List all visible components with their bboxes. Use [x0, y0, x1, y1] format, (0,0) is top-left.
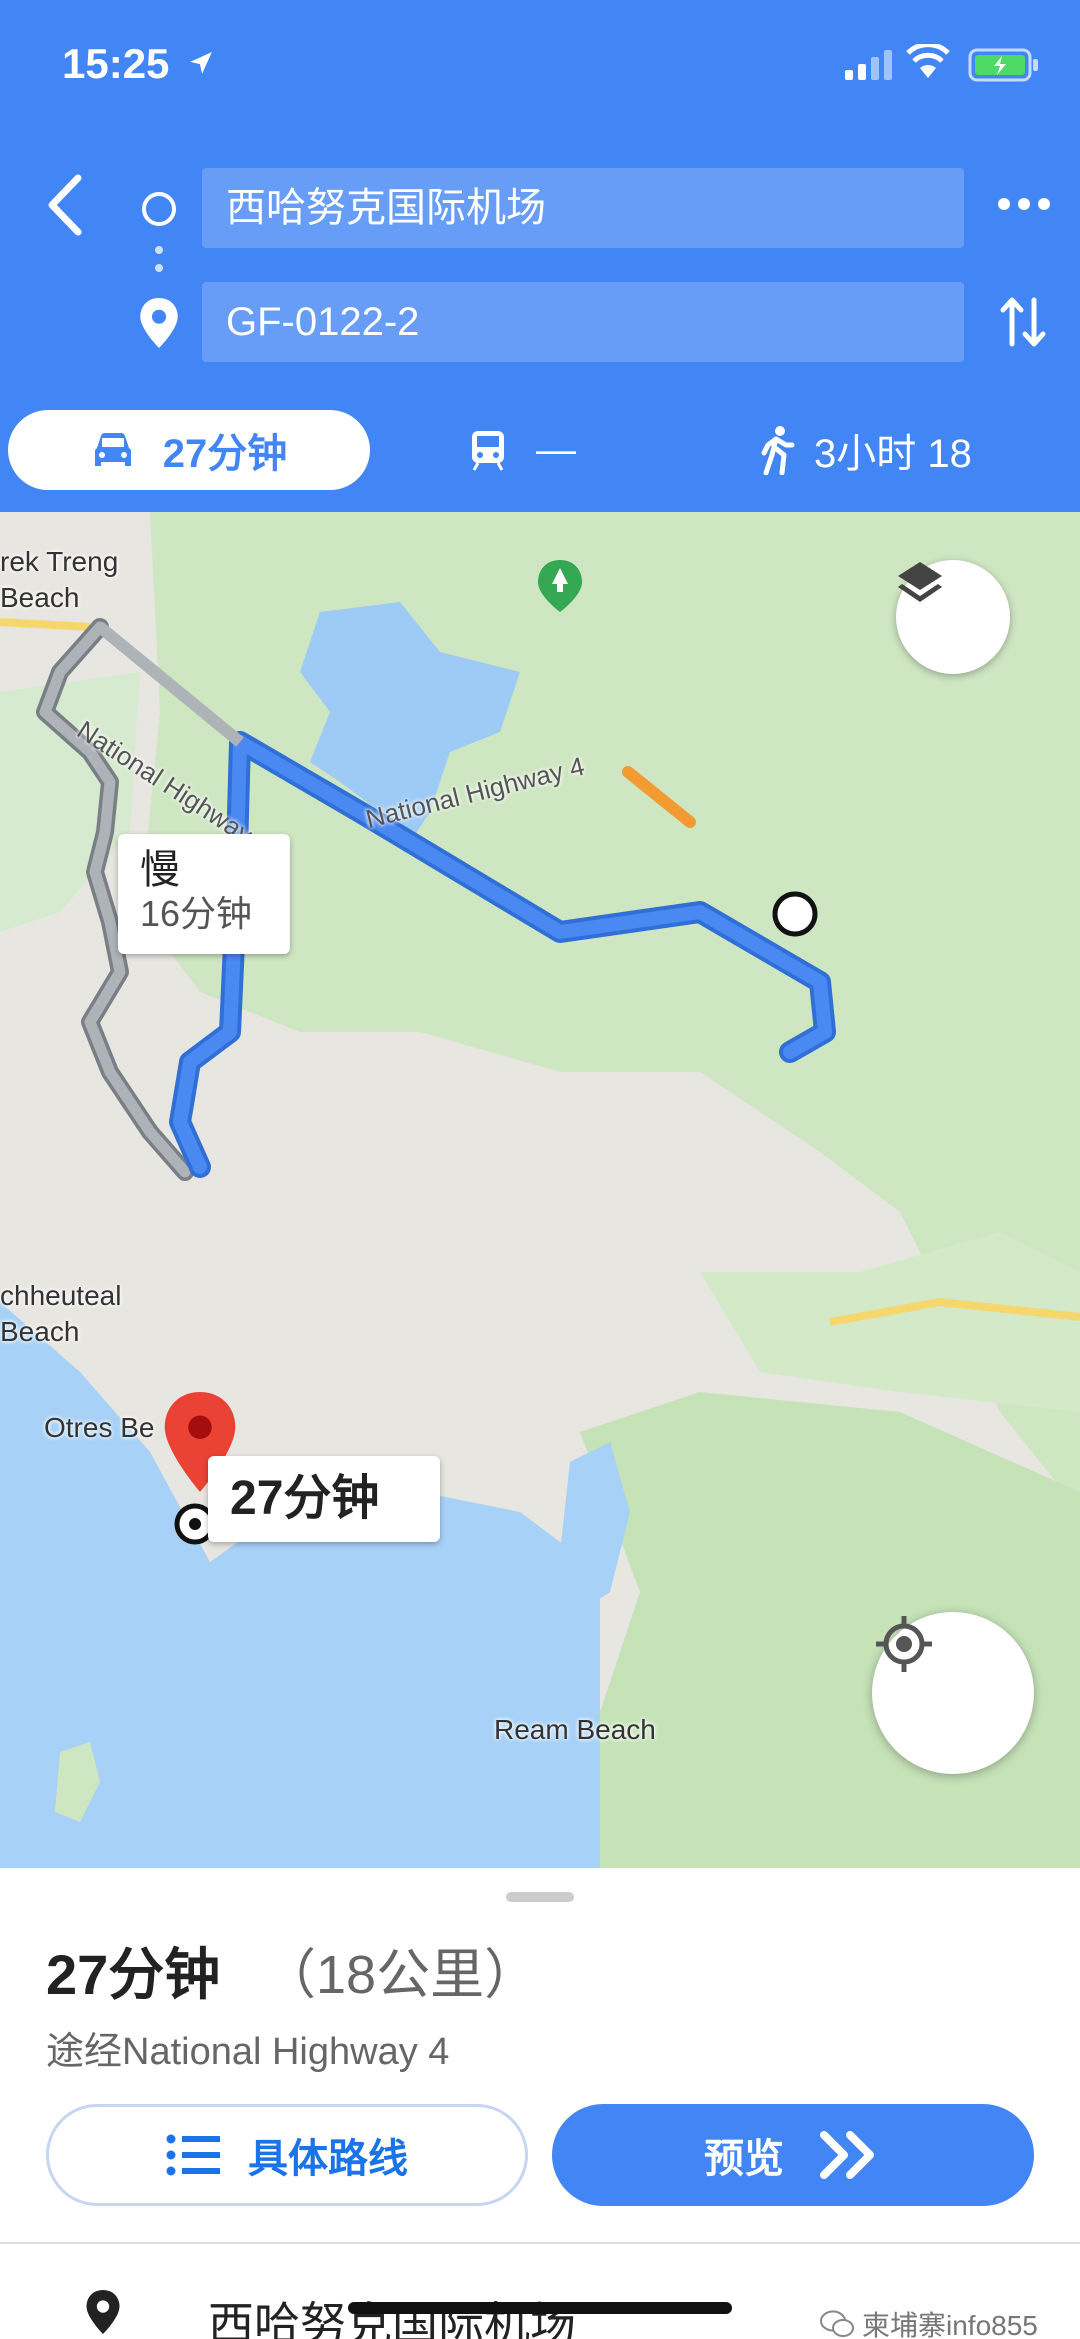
car-icon — [94, 432, 131, 466]
tab-transit[interactable]: — — [470, 410, 576, 490]
tab-walking[interactable]: 3小时 18 — [760, 410, 972, 490]
list-icon — [166, 2134, 220, 2176]
origin-marker-icon — [142, 192, 176, 226]
preview-button[interactable]: 预览 — [552, 2104, 1034, 2206]
directions-header: 15:25 西哈努克国际机场 GF-0122-2 27分钟 — 3小时 18 — [0, 0, 1080, 512]
route-duration: 27分钟 — [46, 1943, 221, 2006]
watermark-text: 柬埔寨info855 — [862, 2310, 1038, 2339]
map-view[interactable]: rek Treng Beach chheuteal Beach Otres Be… — [0, 512, 1080, 1868]
wifi-icon — [906, 44, 950, 78]
battery-icon — [968, 48, 1038, 82]
destination-input[interactable]: GF-0122-2 — [202, 282, 964, 362]
destination-pin-icon — [140, 298, 178, 348]
wechat-icon — [820, 2310, 854, 2337]
preview-button-label: 预览 — [704, 2137, 784, 2181]
tab-driving[interactable]: 27分钟 — [8, 410, 370, 490]
swap-direction-button[interactable] — [1000, 292, 1046, 352]
sheet-drag-handle[interactable] — [506, 1892, 574, 1902]
back-button[interactable] — [40, 170, 90, 240]
double-chevron-right-icon — [820, 2131, 874, 2179]
sheet-divider — [0, 2242, 1080, 2244]
traffic-callout-time: 16分钟 — [140, 893, 253, 934]
steps-button-label: 具体路线 — [248, 2137, 408, 2181]
watermark: 柬埔寨info855 — [820, 2304, 1038, 2339]
driving-time: 27分钟 — [162, 432, 288, 476]
route-distance: （18公里） — [262, 1945, 539, 2005]
step-pin-icon — [86, 2290, 120, 2334]
map-label-ream: Ream Beach — [494, 1714, 656, 1745]
my-location-button[interactable] — [872, 1612, 1034, 1774]
layers-icon — [898, 562, 942, 602]
map-label-cheuteal: chheuteal Beach — [0, 1280, 122, 1347]
cellular-signal-icon — [845, 50, 892, 80]
home-indicator[interactable] — [348, 2302, 732, 2314]
transit-time: — — [536, 427, 576, 472]
route-summary-sheet: 27分钟 （18公里） 途经National Highway 4 具体路线 预览… — [0, 1868, 1080, 2339]
route-connector-icon — [155, 246, 163, 282]
status-time: 15:25 — [62, 40, 170, 87]
map-label-otres: Otres Be — [44, 1412, 155, 1443]
location-arrow-icon — [190, 52, 212, 74]
steps-button[interactable]: 具体路线 — [46, 2104, 528, 2206]
map-layers-button[interactable] — [896, 560, 1010, 674]
origin-input[interactable]: 西哈努克国际机场 — [202, 168, 964, 248]
crosshair-icon — [876, 1616, 932, 1672]
walking-time: 3小时 18 — [814, 432, 972, 476]
more-options-button[interactable] — [998, 198, 1050, 210]
traffic-callout-title: 慢 — [140, 848, 180, 892]
map-label-prek-treng: rek Treng Beach — [0, 546, 119, 613]
train-icon — [472, 431, 504, 471]
traffic-callout[interactable]: 慢 16分钟 — [118, 834, 290, 954]
walking-icon — [761, 426, 795, 475]
route-via: 途经National Highway 4 — [46, 2031, 450, 2073]
eta-callout[interactable]: 27分钟 — [208, 1456, 440, 1542]
